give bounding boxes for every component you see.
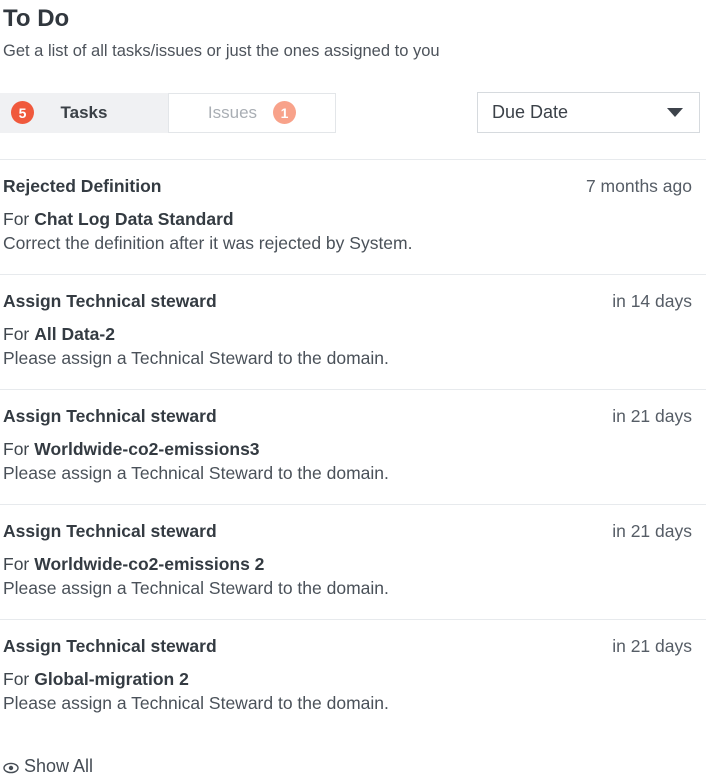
task-target-asset: Worldwide-co2-emissions3 xyxy=(34,439,259,459)
task-for-prefix: For xyxy=(3,669,29,689)
task-target-asset: Chat Log Data Standard xyxy=(34,209,233,229)
tab-issues-label: Issues xyxy=(208,103,257,123)
task-for-line: ForWorldwide-co2-emissions 2 xyxy=(3,552,692,576)
task-for-line: ForWorldwide-co2-emissions3 xyxy=(3,437,692,461)
task-for-prefix: For xyxy=(3,439,29,459)
task-item[interactable]: Assign Technical steward in 21 days ForG… xyxy=(0,619,706,734)
tab-tasks-label: Tasks xyxy=(61,103,108,123)
show-all-link[interactable]: Show All xyxy=(3,756,93,777)
tasks-count-badge: 5 xyxy=(11,101,34,124)
task-description: Please assign a Technical Steward to the… xyxy=(3,461,692,485)
eye-icon xyxy=(3,762,19,774)
issues-count-badge: 1 xyxy=(273,101,296,124)
task-for-prefix: For xyxy=(3,554,29,574)
task-for-prefix: For xyxy=(3,209,29,229)
tab-tasks[interactable]: 5 Tasks xyxy=(0,93,168,133)
page-subtitle: Get a list of all tasks/issues or just t… xyxy=(3,40,706,62)
task-item[interactable]: Assign Technical steward in 14 days ForA… xyxy=(0,274,706,389)
task-due-date: 7 months ago xyxy=(586,175,692,198)
tab-bar: 5 Tasks Issues 1 xyxy=(0,93,336,133)
task-title: Rejected Definition xyxy=(3,175,162,198)
task-target-asset: All Data-2 xyxy=(34,324,115,344)
task-item[interactable]: Assign Technical steward in 21 days ForW… xyxy=(0,504,706,619)
page-title: To Do xyxy=(3,4,706,34)
task-target-asset: Worldwide-co2-emissions 2 xyxy=(34,554,264,574)
task-title: Assign Technical steward xyxy=(3,405,217,428)
todo-widget: To Do Get a list of all tasks/issues or … xyxy=(0,0,706,779)
show-all-label: Show All xyxy=(24,756,93,777)
due-date-dropdown-value: Due Date xyxy=(492,102,568,123)
task-description: Please assign a Technical Steward to the… xyxy=(3,346,692,370)
due-date-dropdown[interactable]: Due Date xyxy=(477,92,700,133)
task-item[interactable]: Assign Technical steward in 21 days ForW… xyxy=(0,389,706,504)
task-list: Rejected Definition 7 months ago ForChat… xyxy=(0,159,706,734)
task-due-date: in 21 days xyxy=(612,405,692,428)
task-for-line: ForAll Data-2 xyxy=(3,322,692,346)
task-description: Please assign a Technical Steward to the… xyxy=(3,576,692,600)
chevron-down-icon xyxy=(667,108,683,117)
task-description: Please assign a Technical Steward to the… xyxy=(3,691,692,715)
task-due-date: in 21 days xyxy=(612,635,692,658)
task-title: Assign Technical steward xyxy=(3,290,217,313)
task-title: Assign Technical steward xyxy=(3,520,217,543)
task-for-prefix: For xyxy=(3,324,29,344)
task-target-asset: Global-migration 2 xyxy=(34,669,189,689)
task-for-line: ForGlobal-migration 2 xyxy=(3,667,692,691)
task-item[interactable]: Rejected Definition 7 months ago ForChat… xyxy=(0,159,706,274)
task-for-line: ForChat Log Data Standard xyxy=(3,207,692,231)
task-title: Assign Technical steward xyxy=(3,635,217,658)
task-description: Correct the definition after it was reje… xyxy=(3,231,692,255)
task-due-date: in 14 days xyxy=(612,290,692,313)
controls-row: 5 Tasks Issues 1 Due Date xyxy=(0,92,706,133)
tab-issues[interactable]: Issues 1 xyxy=(168,93,336,133)
task-due-date: in 21 days xyxy=(612,520,692,543)
